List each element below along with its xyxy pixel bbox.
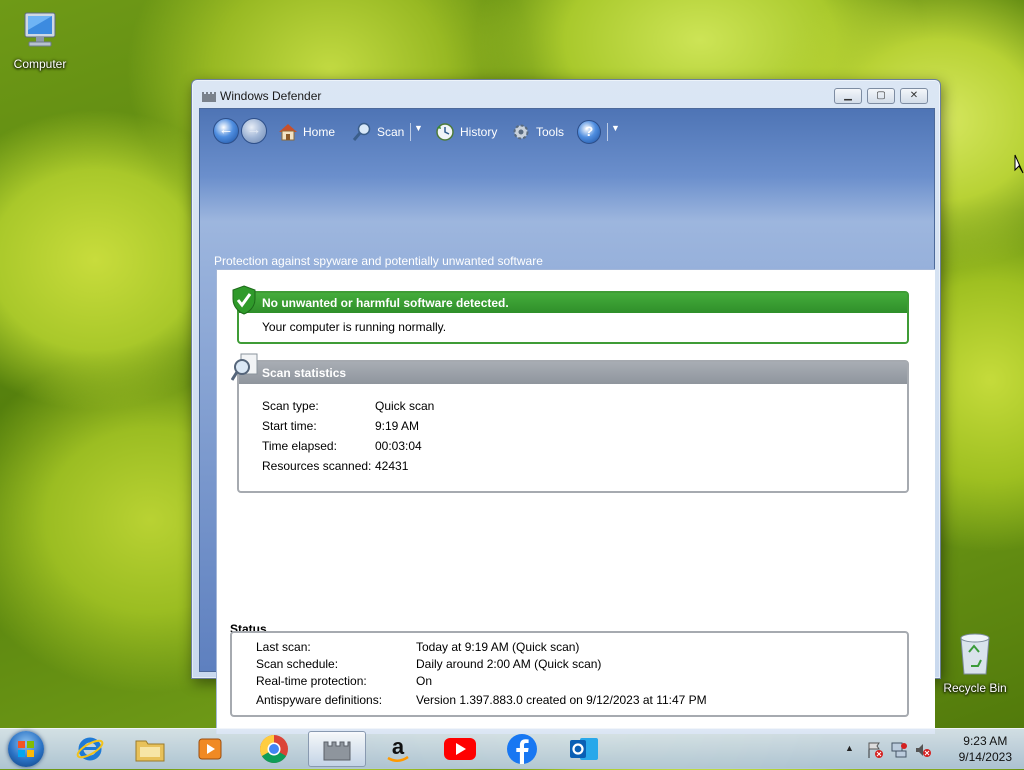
stat-label: Time elapsed:: [262, 439, 337, 453]
scan-magnifier-icon: [352, 122, 371, 141]
alert-heading: No unwanted or harmful software detected…: [239, 293, 907, 313]
close-icon: ✕: [909, 90, 919, 101]
back-arrow-icon: ←: [218, 121, 234, 138]
media-player-icon: [198, 738, 222, 760]
status-value: Daily around 2:00 AM (Quick scan): [416, 657, 602, 671]
stat-label: Scan type:: [262, 399, 319, 413]
status-value: On: [416, 674, 433, 688]
outlook-icon: [570, 738, 598, 760]
stat-value: 9:19 AM: [375, 419, 420, 433]
toolbar-scan[interactable]: Scan: [351, 122, 404, 142]
forward-arrow-icon: →: [246, 121, 262, 138]
stat-value: Quick scan: [375, 399, 435, 413]
file-explorer-icon: [135, 740, 165, 762]
toolbar: ← → Home Scan ▼ History Tools ? ▼: [200, 109, 934, 159]
help-icon: ?: [584, 123, 594, 139]
green-shield-check-icon: [231, 285, 257, 318]
volume-muted-icon[interactable]: [914, 741, 932, 762]
windows-logo-icon: [18, 741, 34, 757]
page-subtitle: Protection against spyware and potential…: [214, 254, 543, 268]
maximize-button[interactable]: ▢: [867, 88, 895, 104]
scan-statistics-heading: Scan statistics: [239, 362, 907, 384]
help-dropdown-chevron-icon[interactable]: ▼: [611, 123, 620, 133]
minimize-button[interactable]: ▁: [834, 88, 862, 104]
youtube-icon: [444, 738, 476, 760]
status-label-text: Antispyware definitions:: [256, 693, 383, 707]
tools-label: Tools: [536, 125, 565, 139]
svg-text:a: a: [392, 734, 405, 759]
stat-label: Resources scanned:: [262, 459, 372, 473]
home-label: Home: [303, 125, 336, 139]
tools-gear-icon: [513, 124, 529, 140]
amazon-icon: a: [387, 734, 409, 762]
minimize-icon: ▁: [844, 90, 852, 101]
toolbar-history[interactable]: History: [434, 122, 497, 142]
help-button[interactable]: ?: [577, 120, 601, 144]
toolbar-separator: [410, 123, 411, 141]
action-center-flag-icon[interactable]: [866, 741, 884, 762]
taskbar-internet-explorer[interactable]: [64, 731, 116, 767]
window-client-area: ← → Home Scan ▼ History Tools ? ▼ Protec…: [199, 108, 935, 734]
facebook-icon: [507, 734, 537, 764]
status-value: Today at 9:19 AM (Quick scan): [416, 640, 580, 654]
status-value: Version 1.397.883.0 created on 9/12/2023…: [416, 693, 707, 707]
back-button[interactable]: ←: [213, 118, 239, 144]
desktop-icon-label: Computer: [13, 57, 67, 71]
system-clock[interactable]: 9:23 AM 9/14/2023: [959, 733, 1012, 765]
computer-icon: [0, 10, 80, 55]
taskbar-windows-defender[interactable]: [308, 731, 366, 767]
taskbar-file-explorer[interactable]: [124, 731, 176, 767]
scan-statistics-box: Scan statistics Scan type: Quick scan St…: [237, 360, 909, 493]
defender-castle-icon: [201, 89, 217, 106]
status-label-text: Last scan:: [256, 640, 311, 654]
status-label-text: Real-time protection:: [256, 674, 367, 688]
toolbar-home[interactable]: Home: [277, 122, 335, 142]
desktop-icon-computer[interactable]: Computer: [0, 10, 80, 71]
desktop-icon-recycle-bin[interactable]: Recycle Bin: [935, 630, 1015, 695]
taskbar-outlook[interactable]: [558, 731, 610, 767]
clock-date: 9/14/2023: [958, 750, 1012, 764]
taskbar-youtube[interactable]: [434, 731, 486, 767]
magnifier-document-icon: [230, 353, 259, 386]
mouse-cursor-icon: [1014, 154, 1024, 177]
content-panel: No unwanted or harmful software detected…: [216, 269, 935, 734]
taskbar-chrome[interactable]: [248, 731, 300, 767]
scan-label: Scan: [377, 125, 405, 139]
stat-value: 00:03:04: [375, 439, 422, 453]
window-title: Windows Defender: [220, 89, 322, 103]
network-icon[interactable]: [890, 741, 908, 762]
status-label-text: Scan schedule:: [256, 657, 339, 671]
stat-value: 42431: [375, 459, 409, 473]
toolbar-tools[interactable]: Tools: [510, 122, 564, 142]
taskbar: a ▲ 9:23 AM 9/14/2023: [0, 728, 1024, 769]
home-icon: [279, 124, 297, 141]
history-clock-icon: [436, 123, 454, 141]
recycle-bin-icon: [935, 630, 1015, 679]
stat-label: Start time:: [262, 419, 317, 433]
scan-dropdown-chevron-icon[interactable]: ▼: [414, 123, 423, 133]
history-label: History: [460, 125, 498, 139]
close-button[interactable]: ✕: [900, 88, 928, 104]
internet-explorer-icon: [76, 737, 104, 761]
chrome-icon: [260, 735, 288, 763]
alert-message: Your computer is running normally.: [262, 320, 447, 334]
clock-time: 9:23 AM: [963, 734, 1008, 748]
taskbar-media-player[interactable]: [184, 731, 236, 767]
toolbar-separator: [607, 123, 608, 141]
windows-defender-icon: [323, 741, 351, 761]
forward-button[interactable]: →: [241, 118, 267, 144]
start-button[interactable]: [8, 731, 44, 767]
title-bar[interactable]: Windows Defender ▁ ▢ ✕: [192, 80, 940, 108]
status-box: Last scan: Today at 9:19 AM (Quick scan)…: [230, 631, 909, 717]
status-alert: No unwanted or harmful software detected…: [237, 291, 909, 344]
show-hidden-icons-chevron-up-icon[interactable]: ▲: [845, 743, 854, 753]
taskbar-amazon[interactable]: a: [372, 731, 424, 767]
desktop-icon-label: Recycle Bin: [943, 681, 1007, 695]
maximize-icon: ▢: [876, 90, 886, 101]
taskbar-facebook[interactable]: [496, 731, 548, 767]
windows-defender-window[interactable]: Windows Defender ▁ ▢ ✕ ← → Home Scan ▼ H…: [191, 79, 941, 734]
